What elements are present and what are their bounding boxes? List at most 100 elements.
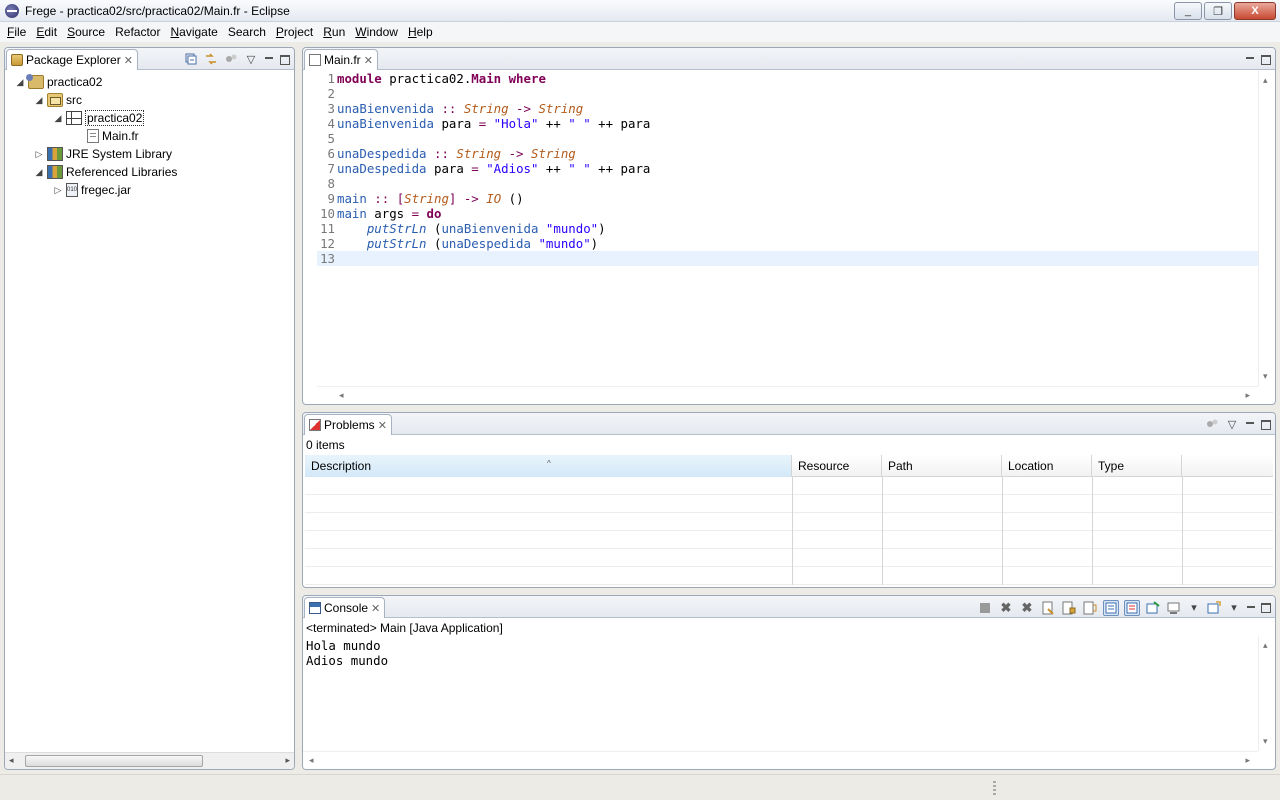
minimize-view-icon[interactable] bbox=[1245, 417, 1255, 431]
scroll-left-icon[interactable]: ◂ bbox=[339, 390, 344, 401]
clear-console-icon[interactable] bbox=[1040, 600, 1056, 616]
scroll-down-icon[interactable]: ▾ bbox=[1263, 736, 1268, 747]
close-tab-icon[interactable]: ✕ bbox=[371, 602, 380, 615]
menu-help[interactable]: Help bbox=[403, 25, 438, 39]
minimize-view-icon[interactable] bbox=[1246, 601, 1256, 615]
close-window-button[interactable]: X bbox=[1234, 2, 1276, 20]
column-path[interactable]: Path bbox=[882, 455, 1002, 477]
sort-ascending-icon: ^ bbox=[547, 459, 551, 468]
expand-arrow-icon[interactable]: ▷ bbox=[53, 185, 63, 196]
column-resource[interactable]: Resource bbox=[792, 455, 882, 477]
identifier: para bbox=[620, 161, 651, 176]
focus-on-active-task-icon[interactable] bbox=[224, 52, 238, 66]
tab-problems[interactable]: Problems ✕ bbox=[304, 414, 392, 435]
close-tab-icon[interactable]: ✕ bbox=[378, 419, 387, 432]
scroll-right-icon[interactable]: ▸ bbox=[1245, 755, 1250, 766]
menu-edit[interactable]: Edit bbox=[31, 25, 62, 39]
tab-package-explorer[interactable]: Package Explorer ✕ bbox=[6, 49, 138, 70]
maximize-view-icon[interactable] bbox=[1261, 419, 1271, 430]
close-tab-icon[interactable]: ✕ bbox=[124, 54, 133, 67]
collapse-arrow-icon[interactable]: ◢ bbox=[34, 95, 44, 106]
remove-all-terminated-icon[interactable]: ✖ bbox=[1019, 600, 1035, 616]
tab-console[interactable]: Console ✕ bbox=[304, 597, 386, 618]
scroll-up-icon[interactable]: ▴ bbox=[1263, 640, 1268, 651]
console-output[interactable]: Hola mundo Adios mundo bbox=[306, 638, 1258, 751]
column-divider bbox=[792, 477, 793, 585]
minimize-view-icon[interactable] bbox=[264, 52, 274, 66]
menu-refactor[interactable]: Refactor bbox=[110, 25, 165, 39]
menu-source[interactable]: Source bbox=[62, 25, 110, 39]
project-icon bbox=[26, 74, 44, 89]
menu-window[interactable]: Window bbox=[350, 25, 403, 39]
view-menu-icon[interactable]: ▽ bbox=[244, 52, 258, 66]
tab-label: Console bbox=[324, 601, 369, 615]
maximize-view-icon[interactable] bbox=[1261, 54, 1271, 65]
horizontal-scrollbar[interactable]: ◂ ▸ bbox=[5, 752, 294, 769]
link-with-editor-icon[interactable] bbox=[204, 52, 218, 66]
collapse-arrow-icon[interactable]: ◢ bbox=[34, 167, 44, 178]
menu-navigate[interactable]: Navigate bbox=[165, 25, 222, 39]
function-name: unaDespedida bbox=[441, 236, 531, 251]
tree-item[interactable]: ◢ Referenced Libraries bbox=[34, 163, 177, 181]
editor-vertical-scrollbar[interactable]: ▴ ▾ bbox=[1258, 71, 1275, 386]
scroll-left-icon[interactable]: ◂ bbox=[9, 755, 14, 766]
column-description[interactable]: Description ^ bbox=[305, 455, 792, 477]
display-console-menu-icon[interactable]: ▾ bbox=[1187, 601, 1201, 615]
function-name: unaBienvenida bbox=[441, 221, 539, 236]
collapse-arrow-icon[interactable]: ◢ bbox=[15, 77, 25, 88]
column-type[interactable]: Type bbox=[1092, 455, 1182, 477]
scrollbar-thumb[interactable] bbox=[25, 755, 203, 767]
code-editor[interactable]: 1 module practica02.Main where 2 3 unaBien… bbox=[317, 71, 1258, 386]
open-console-icon[interactable] bbox=[1206, 600, 1222, 616]
console-horizontal-scrollbar[interactable]: ◂ ▸ bbox=[303, 751, 1258, 769]
tab-main-fr[interactable]: Main.fr ✕ bbox=[304, 49, 378, 70]
tree-item[interactable]: ▷ 010 fregec.jar bbox=[53, 181, 131, 199]
restore-window-button[interactable]: ❐ bbox=[1204, 2, 1232, 20]
menu-file[interactable]: File bbox=[2, 25, 31, 39]
package-explorer-icon bbox=[11, 54, 23, 66]
show-console-on-stderr-icon[interactable] bbox=[1124, 599, 1140, 616]
problems-toolbar: ▽ bbox=[1205, 416, 1271, 432]
table-header: Description ^ Resource Path Location Type bbox=[305, 455, 1273, 477]
tree-item[interactable]: ◢ src bbox=[34, 91, 82, 109]
maximize-view-icon[interactable] bbox=[280, 54, 290, 65]
collapse-arrow-icon[interactable]: ◢ bbox=[53, 113, 63, 124]
menu-project[interactable]: Project bbox=[271, 25, 318, 39]
minimize-window-button[interactable]: _ bbox=[1174, 2, 1202, 20]
tree-item[interactable]: ◢ practica02 bbox=[53, 109, 145, 127]
tree-item[interactable]: ▷ JRE System Library bbox=[34, 145, 172, 163]
menu-search[interactable]: Search bbox=[223, 25, 271, 39]
focus-on-active-task-icon[interactable] bbox=[1205, 417, 1219, 431]
scroll-down-icon[interactable]: ▾ bbox=[1263, 371, 1268, 382]
display-selected-console-icon[interactable] bbox=[1166, 600, 1182, 616]
pin-console-icon[interactable] bbox=[1145, 600, 1161, 616]
scroll-right-icon[interactable]: ▸ bbox=[285, 755, 290, 766]
console-vertical-scrollbar[interactable]: ▴ ▾ bbox=[1258, 636, 1275, 751]
word-wrap-icon[interactable] bbox=[1082, 600, 1098, 616]
paren: ) bbox=[598, 221, 606, 236]
collapse-all-icon[interactable] bbox=[184, 52, 198, 66]
operator: :: bbox=[366, 191, 397, 206]
close-tab-icon[interactable]: ✕ bbox=[364, 54, 373, 67]
expand-arrow-icon[interactable]: ▷ bbox=[34, 149, 44, 160]
terminate-icon[interactable] bbox=[977, 600, 993, 616]
minimize-view-icon[interactable] bbox=[1245, 52, 1255, 66]
current-code-line: 13 bbox=[317, 251, 1258, 266]
column-location[interactable]: Location bbox=[1002, 455, 1092, 477]
scroll-right-icon[interactable]: ▸ bbox=[1245, 390, 1250, 401]
scroll-up-icon[interactable]: ▴ bbox=[1263, 75, 1268, 86]
scroll-lock-icon[interactable] bbox=[1061, 600, 1077, 616]
open-console-menu-icon[interactable]: ▾ bbox=[1227, 601, 1241, 615]
tree-item[interactable]: ◢ practica02 bbox=[15, 73, 102, 91]
editor-toolbar bbox=[1245, 51, 1271, 67]
show-console-on-stdout-icon[interactable] bbox=[1103, 599, 1119, 616]
remove-launch-icon[interactable]: ✖ bbox=[998, 600, 1014, 616]
table-row bbox=[305, 495, 1273, 513]
menu-run[interactable]: Run bbox=[318, 25, 350, 39]
tree-item[interactable]: Main.fr bbox=[72, 127, 139, 145]
status-bar-grip[interactable] bbox=[993, 781, 996, 795]
editor-horizontal-scrollbar[interactable]: ◂ ▸ bbox=[317, 386, 1258, 404]
maximize-view-icon[interactable] bbox=[1261, 603, 1271, 613]
view-menu-icon[interactable]: ▽ bbox=[1225, 417, 1239, 431]
scroll-left-icon[interactable]: ◂ bbox=[309, 755, 314, 766]
